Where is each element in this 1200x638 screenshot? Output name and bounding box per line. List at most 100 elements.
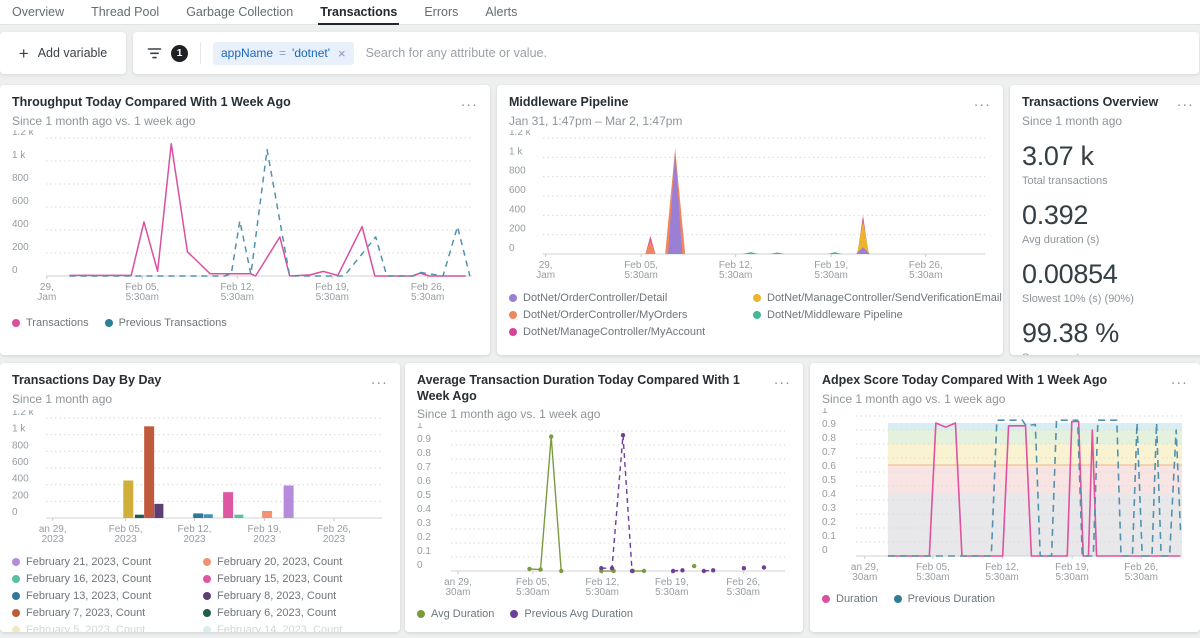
svg-text:0.6: 0.6 <box>822 461 836 472</box>
legend-item[interactable]: DotNet/OrderController/Detail <box>509 292 747 304</box>
svg-text:0.5: 0.5 <box>417 490 431 501</box>
svg-text:400: 400 <box>509 204 526 215</box>
legend-label: DotNet/Middleware Pipeline <box>767 309 903 321</box>
apdex-legend: Duration Previous Duration <box>822 593 1188 605</box>
panel-menu-button[interactable]: ... <box>363 373 388 383</box>
svg-text:an 29,30am: an 29,30am <box>851 562 879 583</box>
tab-garbage-collection[interactable]: Garbage Collection <box>186 0 293 25</box>
svg-text:800: 800 <box>12 440 29 451</box>
avg-duration-chart[interactable]: 10.90.80.70.60.50.40.30.20.10an 29,30amF… <box>417 423 791 601</box>
legend-dot <box>203 592 211 600</box>
day-by-day-legend: February 21, 2023, Count February 16, 202… <box>12 556 388 632</box>
svg-text:Feb 05,5:30am: Feb 05,5:30am <box>516 577 550 598</box>
panel-subtitle: Since 1 month ago vs. 1 week ago <box>822 392 1107 406</box>
metric-avg-duration: 0.392 Avg duration (s) <box>1022 200 1194 246</box>
svg-text:800: 800 <box>509 165 526 176</box>
legend-item[interactable]: February 8, 2023, Count <box>203 590 388 602</box>
legend-item[interactable]: February 13, 2023, Count <box>12 590 197 602</box>
legend-dot <box>509 294 517 302</box>
panel-menu-button[interactable]: ... <box>766 373 791 383</box>
metric-value: 3.07 k <box>1022 141 1194 172</box>
svg-text:Feb 19,5:30am: Feb 19,5:30am <box>655 577 689 598</box>
svg-text:200: 200 <box>509 223 526 234</box>
panel-title: Adpex Score Today Compared With 1 Week A… <box>822 373 1107 389</box>
legend-item[interactable]: DotNet/OrderController/MyOrders <box>509 309 747 321</box>
tab-overview[interactable]: Overview <box>12 0 64 25</box>
tab-transactions[interactable]: Transactions <box>320 0 397 25</box>
panel-subtitle: Since 1 month ago vs. 1 week ago <box>417 407 766 421</box>
legend-item[interactable]: February 21, 2023, Count <box>12 556 197 568</box>
legend-dot <box>203 558 211 566</box>
filter-chip-appname[interactable]: appName = 'dotnet' × <box>213 42 354 65</box>
svg-text:Feb 12,5:30am: Feb 12,5:30am <box>220 282 254 303</box>
add-variable-button[interactable]: + Add variable <box>0 32 126 74</box>
legend-label: DotNet/OrderController/MyOrders <box>523 309 687 321</box>
legend-label: February 16, 2023, Count <box>26 573 151 585</box>
panel-menu-button[interactable]: ... <box>453 95 478 105</box>
svg-text:0.9: 0.9 <box>822 419 836 430</box>
legend-item[interactable]: February 14, 2023, Count <box>203 624 388 632</box>
svg-text:0.2: 0.2 <box>417 532 431 543</box>
filter-funnel-icon[interactable] <box>147 47 162 60</box>
legend-label: Previous Transactions <box>119 317 227 329</box>
legend-item[interactable]: Avg Duration <box>417 608 494 620</box>
svg-text:Feb 05,2023: Feb 05,2023 <box>109 524 143 545</box>
svg-text:Feb 05,5:30am: Feb 05,5:30am <box>125 282 159 303</box>
apdex-chart[interactable]: 10.90.80.70.60.50.40.30.20.10an 29,30amF… <box>822 408 1188 586</box>
metric-value: 0.392 <box>1022 200 1194 231</box>
svg-text:0.9: 0.9 <box>417 434 431 445</box>
day-by-day-chart[interactable]: 1.2 k1 k8006004002000an 29,2023Feb 05,20… <box>12 410 388 548</box>
tab-alerts[interactable]: Alerts <box>485 0 517 25</box>
svg-text:600: 600 <box>509 185 526 196</box>
legend-dot <box>203 626 211 632</box>
legend-item[interactable]: February 15, 2023, Count <box>203 573 388 585</box>
panel-subtitle: Since 1 month ago vs. 1 week ago <box>12 114 291 128</box>
chip-close-icon[interactable]: × <box>338 46 346 61</box>
legend-dot <box>12 626 20 632</box>
legend-item[interactable]: Duration <box>822 593 878 605</box>
tab-errors[interactable]: Errors <box>424 0 458 25</box>
metric-label: Success rate <box>1022 352 1194 355</box>
svg-text:800: 800 <box>12 173 29 184</box>
legend-item[interactable]: DotNet/ManageController/SendVerification… <box>753 292 991 304</box>
filter-bar: 1 appName = 'dotnet' × <box>133 32 1199 74</box>
middleware-legend: DotNet/OrderController/Detail DotNet/Orde… <box>509 292 991 338</box>
legend-dot <box>509 311 517 319</box>
svg-text:Feb 12,2023: Feb 12,2023 <box>178 524 212 545</box>
svg-text:0.4: 0.4 <box>822 489 836 500</box>
metric-value: 99.38 % <box>1022 318 1194 349</box>
legend-item[interactable]: DotNet/Middleware Pipeline <box>753 309 991 321</box>
filter-count-badge: 1 <box>171 45 188 62</box>
svg-text:0.8: 0.8 <box>417 448 431 459</box>
svg-text:Feb 26,2023: Feb 26,2023 <box>317 524 351 545</box>
search-input[interactable] <box>364 45 1185 61</box>
legend-item[interactable]: February 20, 2023, Count <box>203 556 388 568</box>
panel-menu-button[interactable]: ... <box>1169 95 1194 105</box>
metric-label: Total transactions <box>1022 175 1194 187</box>
svg-text:0.7: 0.7 <box>417 462 431 473</box>
legend-item[interactable]: DotNet/ManageController/MyAccount <box>509 326 747 338</box>
legend-item[interactable]: Previous Avg Duration <box>510 608 633 620</box>
legend-item[interactable]: February 5, 2023, Count <box>12 624 197 632</box>
throughput-chart[interactable]: 1.2 k1 k800600400200029,JamFeb 05,5:30am… <box>12 130 478 306</box>
middleware-chart[interactable]: 1.2 k1 k800600400200029,JamFeb 05,5:30am… <box>509 130 991 284</box>
legend-dot <box>753 311 761 319</box>
metric-total-transactions: 3.07 k Total transactions <box>1022 141 1194 187</box>
legend-item[interactable]: Previous Duration <box>894 593 995 605</box>
legend-label: February 5, 2023, Count <box>26 624 145 632</box>
legend-item[interactable]: February 7, 2023, Count <box>12 607 197 619</box>
panel-menu-button[interactable]: ... <box>966 95 991 105</box>
metric-label: Avg duration (s) <box>1022 234 1194 246</box>
legend-item[interactable]: February 16, 2023, Count <box>12 573 197 585</box>
legend-label: February 13, 2023, Count <box>26 590 151 602</box>
legend-item[interactable]: Previous Transactions <box>105 317 227 329</box>
divider <box>200 42 201 64</box>
legend-dot <box>822 595 830 603</box>
svg-text:0.6: 0.6 <box>417 476 431 487</box>
panel-title: Transactions Overview <box>1022 95 1158 111</box>
tab-thread-pool[interactable]: Thread Pool <box>91 0 159 25</box>
panel-menu-button[interactable]: ... <box>1163 373 1188 383</box>
legend-item[interactable]: Transactions <box>12 317 89 329</box>
legend-dot <box>753 294 761 302</box>
legend-item[interactable]: February 6, 2023, Count <box>203 607 388 619</box>
